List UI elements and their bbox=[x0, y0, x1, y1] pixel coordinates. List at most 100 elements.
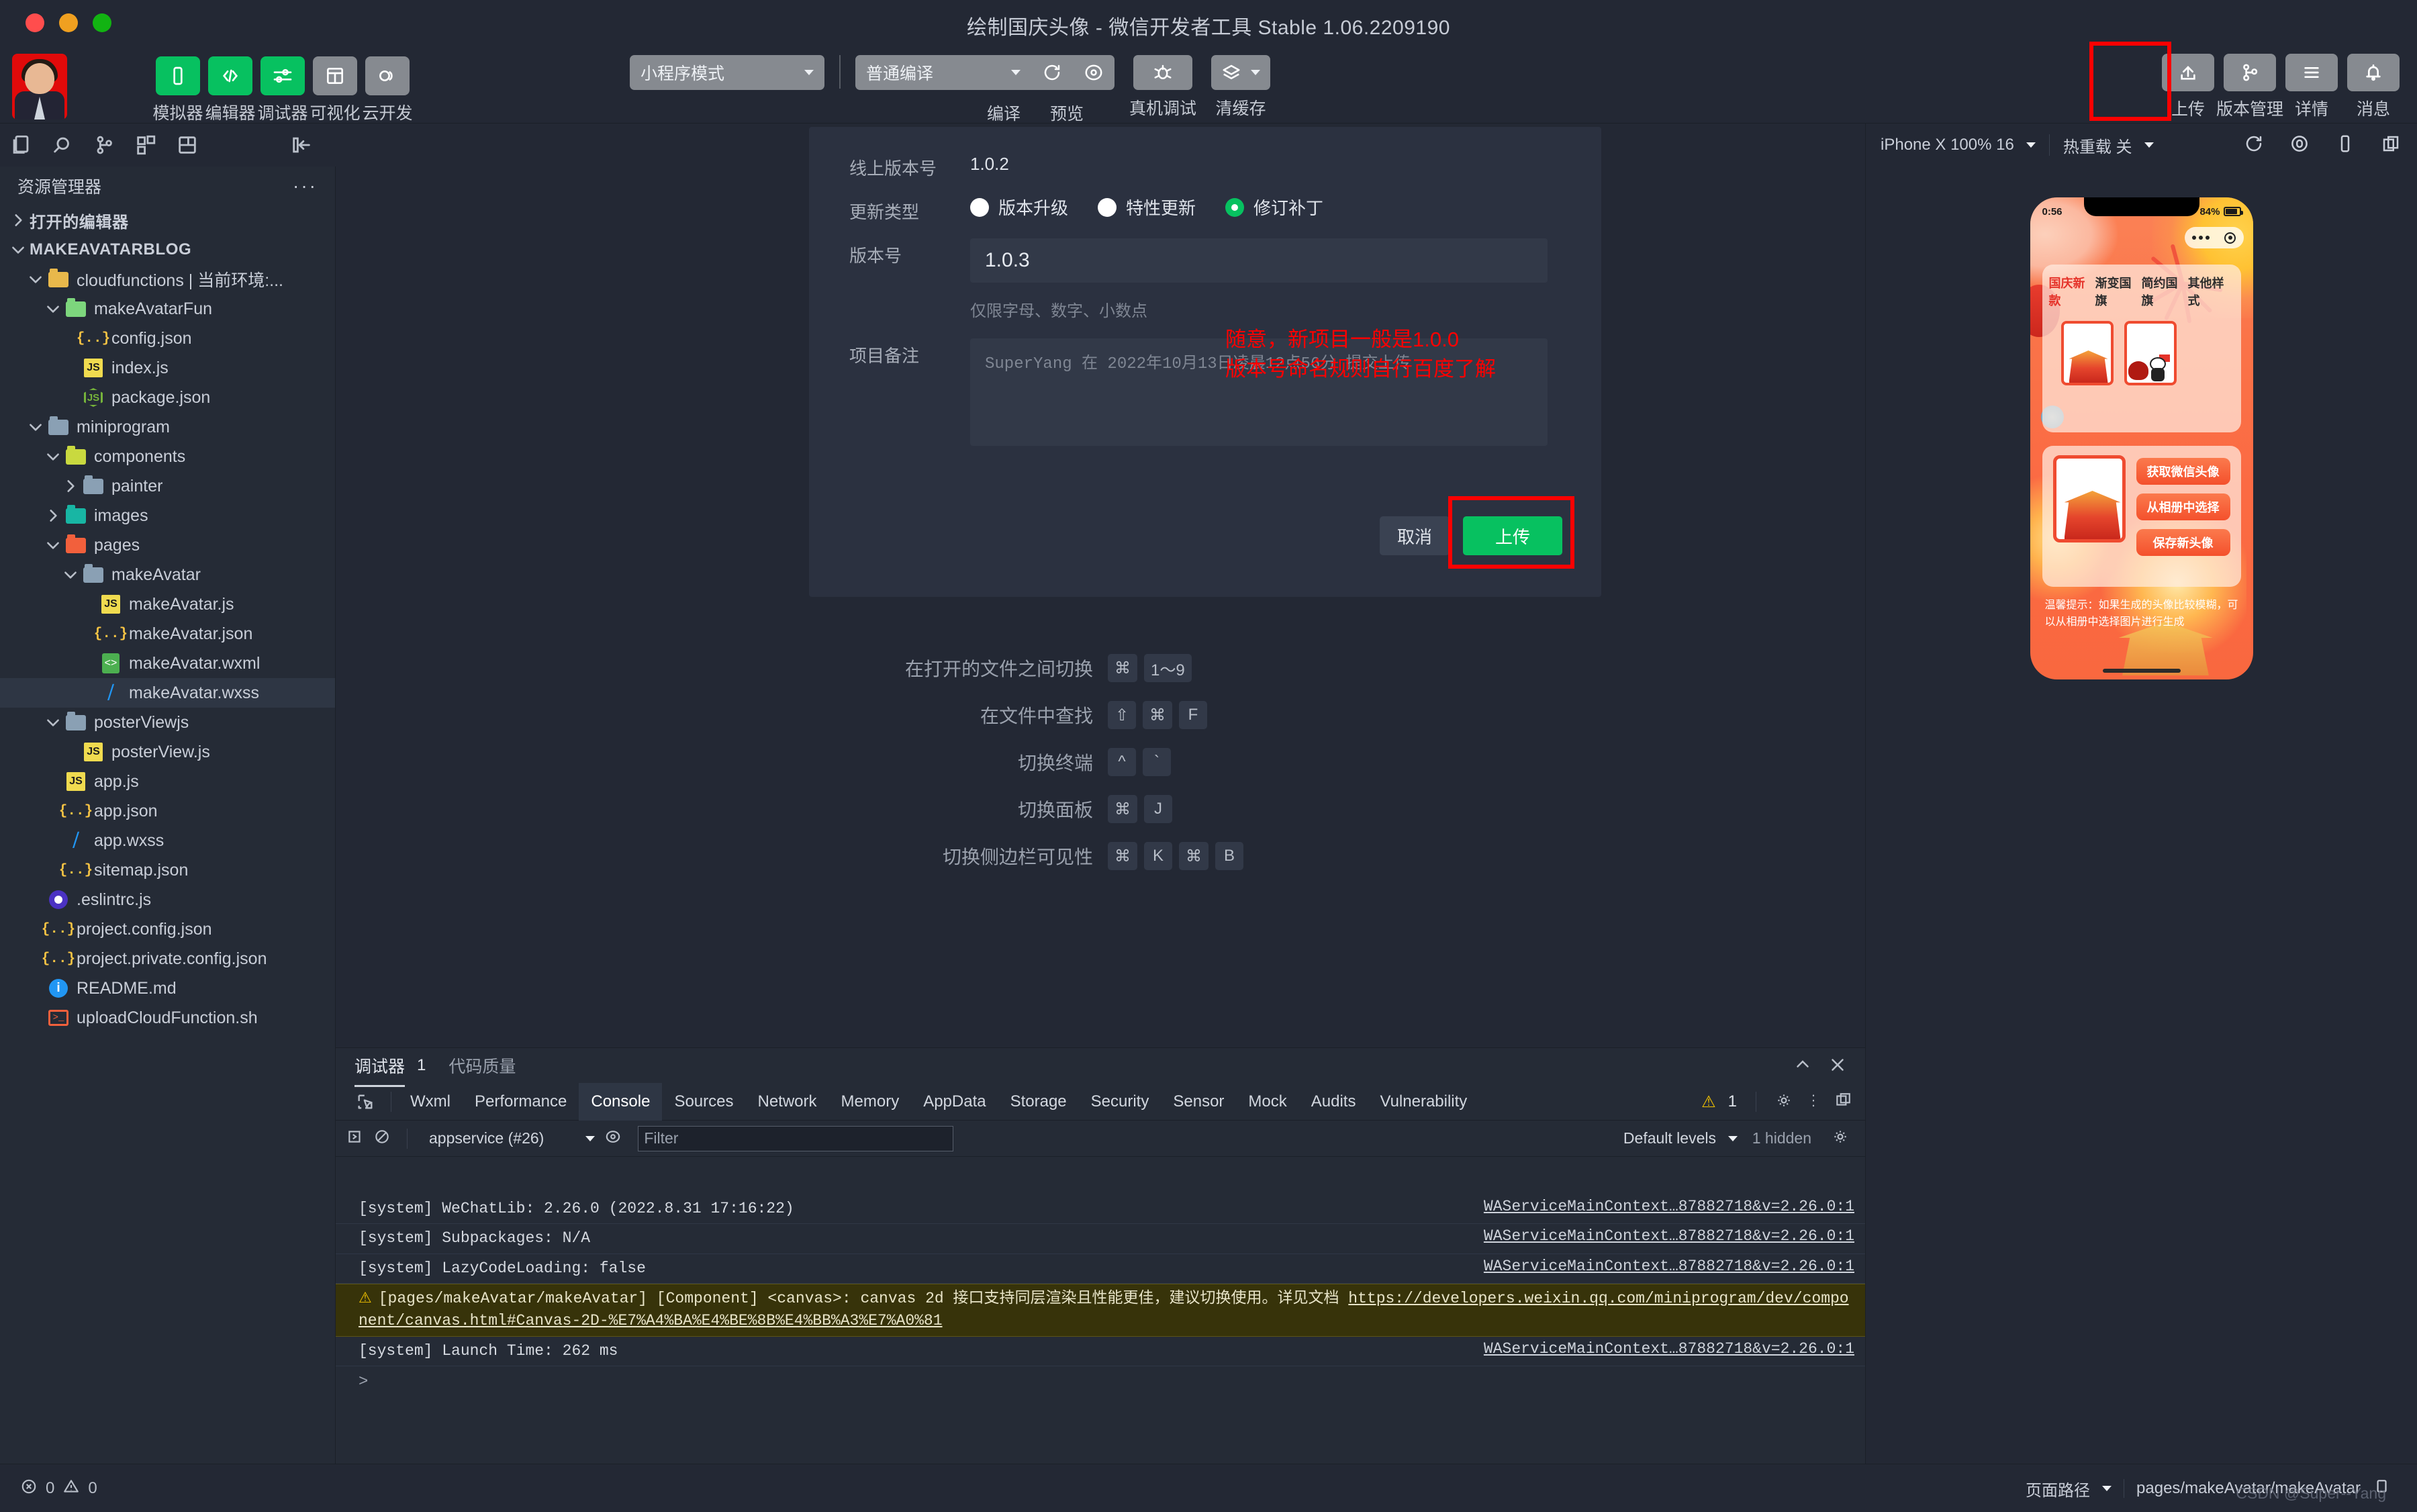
tree-item-makeavatar.wxss[interactable]: ⧸ makeAvatar.wxss bbox=[0, 678, 335, 708]
extensions-icon[interactable] bbox=[125, 134, 167, 156]
phone-action-button[interactable]: 获取微信头像 bbox=[2136, 458, 2230, 485]
hot-reload-select[interactable]: 热重载 关 bbox=[2063, 134, 2154, 157]
tree-item-painter[interactable]: painter bbox=[0, 471, 335, 501]
upload-submit-button[interactable]: 上传 bbox=[1463, 516, 1562, 555]
tree-item-package.json[interactable]: JS package.json bbox=[0, 383, 335, 412]
console-log-source[interactable]: WAServiceMainContext…87882718&v=2.26.0:1 bbox=[1484, 1258, 1854, 1275]
tab-code-quality[interactable]: 代码质量 bbox=[448, 1053, 516, 1078]
radio-version-upgrade[interactable]: 版本升级 bbox=[970, 195, 1068, 220]
tree-item-makeavatar.json[interactable]: {..} makeAvatar.json bbox=[0, 619, 335, 649]
close-panel-icon[interactable] bbox=[1828, 1055, 1848, 1078]
phone-action-button[interactable]: 从相册中选择 bbox=[2136, 493, 2230, 520]
files-icon[interactable] bbox=[0, 134, 42, 156]
open-editors-section[interactable]: 打开的编辑器 bbox=[0, 205, 335, 235]
execute-icon[interactable] bbox=[346, 1128, 364, 1149]
tree-item-posterview.js[interactable]: JS posterView.js bbox=[0, 737, 335, 767]
compile-select[interactable]: 普通编译 bbox=[855, 55, 1031, 90]
phone-style-tab[interactable]: 其他样式 bbox=[2188, 274, 2234, 309]
devtools-tab-security[interactable]: Security bbox=[1079, 1083, 1162, 1121]
phone-action-button[interactable]: 保存新头像 bbox=[2136, 529, 2230, 556]
compile-button[interactable] bbox=[1031, 55, 1073, 90]
toolbar-cloud-button[interactable]: 云开发 bbox=[363, 56, 413, 124]
radio-patch[interactable]: 修订补丁 bbox=[1225, 195, 1323, 220]
user-avatar[interactable] bbox=[12, 54, 67, 120]
tree-item-.eslintrc.js[interactable]: .eslintrc.js bbox=[0, 885, 335, 914]
log-level-select[interactable]: Default levels bbox=[1623, 1129, 1738, 1147]
console-log-source[interactable]: WAServiceMainContext…87882718&v=2.26.0:1 bbox=[1484, 1227, 1854, 1245]
tree-item-app.json[interactable]: {..} app.json bbox=[0, 796, 335, 826]
toolbar-simulator-button[interactable]: 模拟器 bbox=[153, 56, 203, 124]
preview-button[interactable] bbox=[1073, 55, 1115, 90]
inspect-element-icon[interactable] bbox=[346, 1092, 384, 1111]
thumbnail-panda[interactable] bbox=[2124, 321, 2177, 385]
device-icon[interactable] bbox=[2335, 134, 2355, 157]
tree-item-posterviewjs[interactable]: posterViewjs bbox=[0, 708, 335, 737]
tree-item-project.config.json[interactable]: {..} project.config.json bbox=[0, 914, 335, 944]
tree-item-app.wxss[interactable]: ⧸ app.wxss bbox=[0, 826, 335, 855]
eye-icon[interactable] bbox=[604, 1128, 622, 1149]
clear-cache-button[interactable] bbox=[1211, 55, 1271, 90]
tree-item-images[interactable]: images bbox=[0, 501, 335, 530]
tree-item-project.private.config.json[interactable]: {..} project.private.config.json bbox=[0, 944, 335, 974]
toolbar-version-button[interactable]: 版本管理 bbox=[2216, 54, 2283, 120]
tree-item-index.js[interactable]: JS index.js bbox=[0, 353, 335, 383]
warning-icon[interactable] bbox=[62, 1478, 80, 1500]
more-dots-icon[interactable] bbox=[2191, 236, 2210, 240]
collapse-panel-icon[interactable] bbox=[1793, 1055, 1813, 1078]
phone-simulator[interactable]: 0:56 84% 国庆新款 渐变国旗 简约国旗 其他样式 获取微信头像 从相册中… bbox=[2030, 197, 2253, 679]
tree-item-config.json[interactable]: {..} config.json bbox=[0, 324, 335, 353]
context-select[interactable]: appservice (#26) bbox=[429, 1129, 596, 1147]
tree-item-app.js[interactable]: JS app.js bbox=[0, 767, 335, 796]
multi-window-icon[interactable] bbox=[2381, 134, 2401, 157]
explorer-more-icon[interactable]: ··· bbox=[293, 175, 318, 197]
toolbar-upload-button[interactable]: 上传 bbox=[2162, 54, 2214, 120]
project-root-row[interactable]: MAKEAVATARBLOG bbox=[0, 235, 335, 265]
devtools-tab-memory[interactable]: Memory bbox=[829, 1083, 912, 1121]
tree-item-uploadcloudfunction.sh[interactable]: >_ uploadCloudFunction.sh bbox=[0, 1003, 335, 1033]
devtools-tab-appdata[interactable]: AppData bbox=[911, 1083, 998, 1121]
devtools-tab-mock[interactable]: Mock bbox=[1236, 1083, 1298, 1121]
tree-item-cloudfunctions-...[interactable]: cloudfunctions | 当前环境:... bbox=[0, 265, 335, 294]
search-icon[interactable] bbox=[42, 134, 83, 156]
error-icon[interactable] bbox=[20, 1478, 38, 1500]
phone-style-tab[interactable]: 渐变国旗 bbox=[2095, 274, 2142, 309]
console-log-source[interactable]: WAServiceMainContext…87882718&v=2.26.0:1 bbox=[1484, 1340, 1854, 1358]
source-control-icon[interactable] bbox=[83, 134, 125, 156]
tree-item-sitemap.json[interactable]: {..} sitemap.json bbox=[0, 855, 335, 885]
devtools-tab-sources[interactable]: Sources bbox=[662, 1083, 745, 1121]
version-input[interactable]: 1.0.3 bbox=[970, 238, 1548, 283]
devtools-tab-audits[interactable]: Audits bbox=[1299, 1083, 1368, 1121]
wechat-capsule-buttons[interactable] bbox=[2184, 227, 2244, 248]
dock-panel-icon[interactable] bbox=[1834, 1092, 1852, 1113]
toolbar-debugger-button[interactable]: 调试器 bbox=[258, 56, 308, 124]
real-device-debug-button[interactable] bbox=[1133, 55, 1192, 90]
cancel-button[interactable]: 取消 bbox=[1380, 516, 1450, 555]
devtools-tab-performance[interactable]: Performance bbox=[463, 1083, 579, 1121]
devtools-tab-sensor[interactable]: Sensor bbox=[1161, 1083, 1236, 1121]
devtools-tab-console[interactable]: Console bbox=[579, 1082, 663, 1121]
tree-item-components[interactable]: components bbox=[0, 442, 335, 471]
console-log-link[interactable]: https://developers.weixin.qq.com/minipro… bbox=[359, 1290, 1849, 1329]
avatar-preview-canvas[interactable] bbox=[2052, 455, 2126, 542]
toolbar-editor-button[interactable]: 编辑器 bbox=[205, 56, 256, 124]
more-vertical-icon[interactable] bbox=[1805, 1092, 1822, 1113]
layout-panel-icon[interactable] bbox=[167, 134, 208, 156]
devtools-tab-wxml[interactable]: Wxml bbox=[398, 1083, 463, 1121]
tree-item-makeavatar.wxml[interactable]: <> makeAvatar.wxml bbox=[0, 649, 335, 678]
toolbar-visual-button[interactable]: 可视化 bbox=[310, 56, 361, 124]
devtools-tab-vulnerability[interactable]: Vulnerability bbox=[1368, 1083, 1479, 1121]
close-circle-icon[interactable] bbox=[2224, 232, 2236, 244]
tree-item-makeavatarfun[interactable]: makeAvatarFun bbox=[0, 294, 335, 324]
devtools-tab-storage[interactable]: Storage bbox=[998, 1083, 1079, 1121]
record-icon[interactable] bbox=[2289, 134, 2310, 157]
tree-item-makeavatar.js[interactable]: JS makeAvatar.js bbox=[0, 589, 335, 619]
tree-item-makeavatar[interactable]: makeAvatar bbox=[0, 560, 335, 589]
phone-style-tab[interactable]: 国庆新款 bbox=[2049, 274, 2095, 309]
toolbar-detail-button[interactable]: 详情 bbox=[2285, 54, 2338, 120]
thumbnail-tiananmen[interactable] bbox=[2060, 321, 2114, 385]
page-path-select[interactable]: 页面路径 bbox=[2026, 1477, 2112, 1501]
tree-item-pages[interactable]: pages bbox=[0, 530, 335, 560]
collapse-sidebar-icon[interactable] bbox=[281, 134, 322, 156]
console-settings-icon[interactable] bbox=[1832, 1128, 1849, 1149]
console-prompt[interactable]: > bbox=[336, 1366, 1865, 1398]
